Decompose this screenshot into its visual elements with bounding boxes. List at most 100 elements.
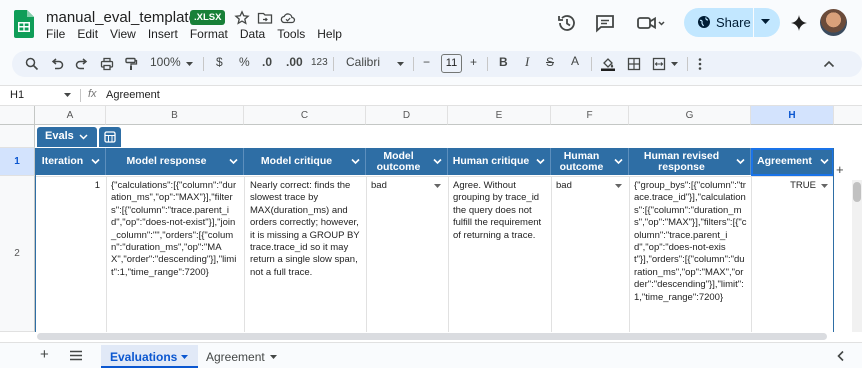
italic-button[interactable]: I	[525, 54, 529, 70]
column-menu-chevron-icon[interactable]	[433, 157, 442, 166]
bold-button[interactable]: B	[499, 55, 508, 69]
more-options-icon[interactable]	[693, 57, 707, 71]
table-options-button[interactable]	[99, 127, 121, 147]
undo-icon[interactable]	[50, 57, 64, 71]
column-header-a[interactable]: A	[35, 106, 106, 125]
table-header-human-revised-response[interactable]: Human revised response	[629, 148, 751, 175]
column-header-c[interactable]: C	[244, 106, 366, 125]
font-size-input[interactable]: 11	[441, 54, 462, 73]
column-header-h[interactable]: H	[751, 106, 834, 125]
menu-insert[interactable]: Insert	[142, 27, 184, 41]
menu-edit[interactable]: Edit	[71, 27, 104, 41]
column-header-b[interactable]: B	[106, 106, 244, 125]
menu-tools[interactable]: Tools	[271, 27, 311, 41]
add-column-button[interactable]: +	[836, 162, 844, 177]
table-header-human-critique[interactable]: Human critique	[448, 148, 551, 175]
text-color-button[interactable]: A	[571, 54, 579, 68]
row-header-2[interactable]: 2	[0, 176, 35, 332]
menu-view[interactable]: View	[104, 27, 142, 41]
meet-icon[interactable]	[636, 12, 666, 34]
horizontal-scrollbar[interactable]	[37, 333, 827, 340]
print-icon[interactable]	[100, 57, 114, 71]
column-menu-chevron-icon[interactable]	[229, 157, 238, 166]
search-menus-icon[interactable]	[25, 57, 39, 71]
collapse-toolbar-icon[interactable]	[822, 57, 836, 71]
zoom-dropdown-icon[interactable]	[186, 62, 193, 67]
menu-help[interactable]: Help	[311, 27, 348, 41]
model-outcome-dropdown-icon[interactable]	[434, 184, 441, 189]
document-title[interactable]: manual_eval_template	[46, 9, 197, 26]
cell-human-revised-response[interactable]: {"group_bys":[{"column":"trace.trace_id"…	[634, 180, 747, 304]
menu-format[interactable]: Format	[184, 27, 234, 41]
formula-divider	[80, 89, 81, 102]
column-menu-chevron-icon[interactable]	[536, 157, 545, 166]
cell-human-outcome[interactable]: bad	[556, 180, 612, 192]
cell-model-critique[interactable]: Nearly correct: finds the slowest trace …	[250, 180, 362, 279]
currency-format-button[interactable]: $	[216, 55, 223, 69]
share-dropdown-icon[interactable]	[761, 19, 770, 25]
name-box-dropdown-icon[interactable]	[64, 93, 71, 98]
version-history-icon[interactable]	[556, 12, 578, 34]
vertical-scrollbar[interactable]	[853, 182, 861, 202]
column-menu-chevron-icon[interactable]	[91, 157, 100, 166]
cloud-saved-icon[interactable]	[280, 10, 296, 26]
scroll-tabs-left-icon[interactable]	[836, 350, 846, 362]
percent-format-button[interactable]: %	[239, 55, 250, 69]
paint-format-icon[interactable]	[124, 57, 138, 71]
table-header-model-response[interactable]: Model response	[106, 148, 244, 175]
human-outcome-dropdown-icon[interactable]	[615, 184, 622, 189]
table-header-iteration[interactable]: Iteration	[36, 148, 106, 175]
select-all-corner[interactable]	[0, 106, 35, 125]
redo-icon[interactable]	[75, 57, 89, 71]
move-to-folder-icon[interactable]	[257, 10, 273, 26]
table-name-label: Evals	[45, 130, 74, 142]
merge-dropdown-icon[interactable]	[671, 62, 678, 67]
sheet-tab-evaluations-label: Evaluations	[110, 350, 178, 364]
column-header-e[interactable]: E	[448, 106, 551, 125]
table-header-model-outcome[interactable]: Model outcome	[366, 148, 448, 175]
column-menu-chevron-icon[interactable]	[614, 157, 623, 166]
column-menu-chevron-icon[interactable]	[736, 157, 745, 166]
font-select[interactable]: Calibri	[346, 55, 380, 69]
merge-cells-icon[interactable]	[652, 57, 666, 71]
increase-decimal-button[interactable]: .00	[286, 55, 303, 69]
cell-iteration[interactable]: 1	[36, 180, 100, 192]
more-formats-button[interactable]: 123	[311, 57, 328, 68]
user-avatar[interactable]	[820, 9, 847, 36]
strikethrough-button[interactable]: S	[546, 55, 554, 69]
column-header-d[interactable]: D	[366, 106, 448, 125]
zoom-select[interactable]: 100%	[150, 55, 181, 69]
column-header-g[interactable]: G	[629, 106, 751, 125]
table-name-chip[interactable]: Evals	[37, 127, 97, 147]
fill-color-icon[interactable]	[601, 57, 615, 71]
cell-model-response[interactable]: {"calculations":[{"column":"duration_ms"…	[111, 180, 239, 279]
fx-icon: fx	[88, 88, 97, 100]
column-menu-chevron-icon[interactable]	[351, 157, 360, 166]
cell-agreement[interactable]: TRUE	[756, 180, 816, 192]
column-header-f[interactable]: F	[551, 106, 629, 125]
menu-data[interactable]: Data	[234, 27, 271, 41]
menu-file[interactable]: File	[40, 27, 71, 41]
table-header-model-critique[interactable]: Model critique	[244, 148, 366, 175]
sheet-tab-dropdown-icon[interactable]	[181, 355, 188, 360]
table-header-human-outcome[interactable]: Human outcome	[551, 148, 629, 175]
sheet-tab-agreement[interactable]: Agreement	[206, 350, 265, 364]
gemini-sparkle-icon[interactable]	[790, 14, 808, 32]
name-box[interactable]: H1	[10, 89, 24, 101]
sheets-logo-icon[interactable]	[14, 10, 34, 38]
agreement-dropdown-icon[interactable]	[821, 184, 828, 189]
row-header-1[interactable]: 1	[0, 148, 35, 176]
borders-icon[interactable]	[627, 57, 641, 71]
decrease-decimal-button[interactable]: .0	[262, 55, 272, 69]
font-dropdown-icon[interactable]	[397, 62, 404, 67]
star-icon[interactable]	[234, 10, 250, 26]
cell-human-critique[interactable]: Agree. Without grouping by trace_id the …	[453, 180, 549, 242]
increase-font-size-button[interactable]: +	[470, 55, 477, 69]
sheet-tab-dropdown-icon[interactable]	[270, 355, 277, 360]
cell-model-outcome[interactable]: bad	[371, 180, 431, 192]
add-sheet-button[interactable]: +	[40, 346, 49, 363]
comments-icon[interactable]	[594, 12, 616, 34]
all-sheets-menu-icon[interactable]	[69, 350, 83, 361]
decrease-font-size-button[interactable]: −	[423, 55, 430, 69]
formula-input[interactable]: Agreement	[106, 89, 160, 101]
